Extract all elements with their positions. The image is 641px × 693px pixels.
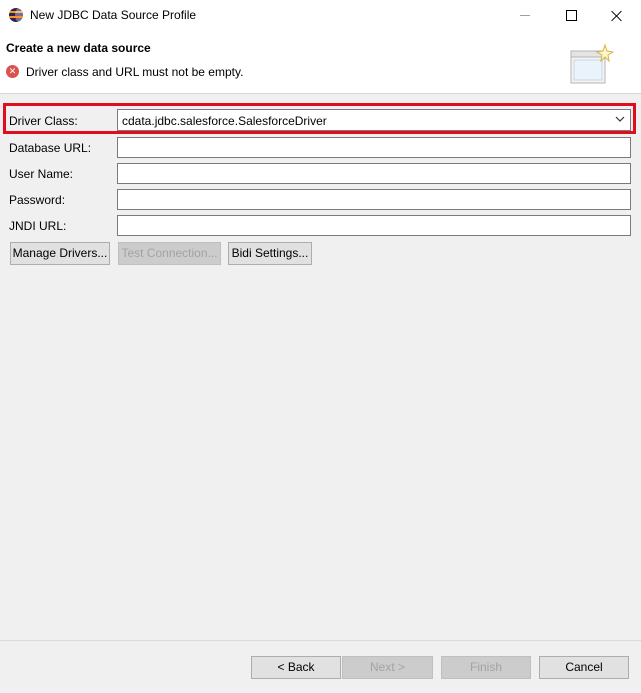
maximize-button[interactable] — [548, 0, 594, 31]
bidi-settings-button[interactable]: Bidi Settings... — [228, 242, 312, 265]
database-url-input[interactable] — [117, 137, 631, 158]
cancel-button[interactable]: Cancel — [539, 656, 629, 679]
driver-class-dropdown[interactable]: cdata.jdbc.salesforce.SalesforceDriver — [117, 109, 631, 131]
page-title: Create a new data source — [6, 41, 151, 55]
eclipse-icon — [9, 8, 23, 22]
next-button[interactable]: Next > — [342, 656, 433, 679]
wizard-banner-icon — [570, 43, 615, 84]
jndi-url-label: JNDI URL: — [9, 219, 67, 233]
password-input[interactable] — [117, 189, 631, 210]
finish-button[interactable]: Finish — [441, 656, 531, 679]
close-button[interactable] — [594, 0, 640, 31]
jndi-url-input[interactable] — [117, 215, 631, 236]
chevron-down-icon[interactable] — [615, 113, 625, 125]
error-message: Driver class and URL must not be empty. — [26, 65, 244, 79]
user-name-label: User Name: — [9, 167, 74, 181]
minimize-button[interactable] — [502, 0, 548, 31]
title-bar: New JDBC Data Source Profile — [0, 0, 641, 31]
minimize-icon — [520, 15, 530, 16]
database-url-label: Database URL: — [9, 141, 92, 155]
test-connection-button[interactable]: Test Connection... — [118, 242, 221, 265]
back-button[interactable]: < Back — [251, 656, 341, 679]
manage-drivers-button[interactable]: Manage Drivers... — [10, 242, 110, 265]
footer-separator — [0, 640, 641, 641]
driver-class-label: Driver Class: — [9, 114, 78, 128]
error-icon: ✕ — [6, 65, 19, 78]
window-title: New JDBC Data Source Profile — [30, 8, 197, 22]
password-label: Password: — [9, 193, 66, 207]
close-icon — [611, 10, 623, 22]
user-name-input[interactable] — [117, 163, 631, 184]
maximize-icon — [565, 10, 577, 21]
driver-class-value: cdata.jdbc.salesforce.SalesforceDriver — [122, 114, 327, 128]
wizard-header: Create a new data source ✕ Driver class … — [0, 31, 641, 94]
